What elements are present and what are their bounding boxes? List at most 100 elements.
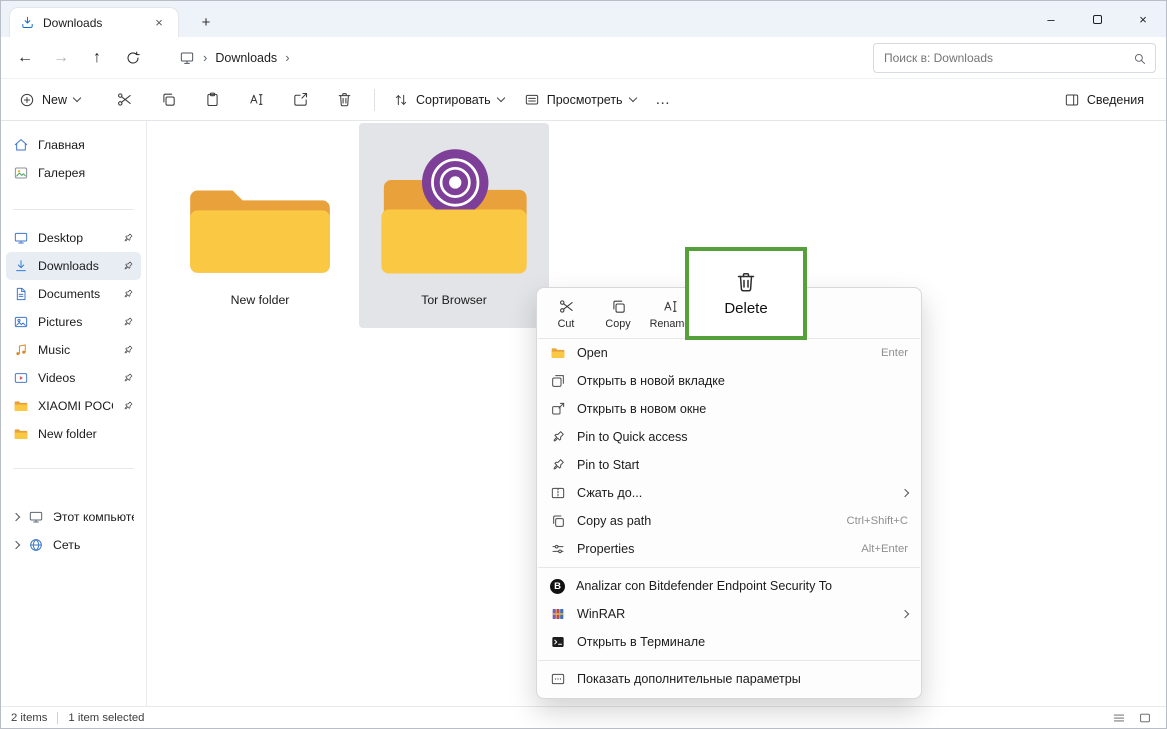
sidebar-item-label: Documents [38,287,100,301]
status-divider [57,712,58,724]
quick-action-label: Cut [558,318,575,330]
paste-button[interactable] [190,84,234,116]
delete-button[interactable] [322,84,366,116]
menu-item-open-new-window[interactable]: Открыть в новом окне [537,395,921,423]
menu-separator [538,660,920,661]
menu-item-compress[interactable]: Сжать до... [537,479,921,507]
quick-action-label: Copy [605,318,630,330]
menu-item-copy-as-path[interactable]: Copy as path Ctrl+Shift+C [537,507,921,535]
close-button[interactable]: × [1120,1,1166,37]
computer-icon [179,50,195,66]
command-toolbar: New Сортировать Просмотреть … Сведения [1,79,1166,121]
chevron-down-icon [496,94,504,102]
menu-shortcut: Enter [881,347,908,359]
chevron-right-icon[interactable] [12,541,20,549]
menu-item-open-in-terminal[interactable]: Открыть в Терминале [537,628,921,656]
file-tile-new-folder[interactable]: New folder [165,123,355,328]
details-pane-button[interactable]: Сведения [1054,84,1154,116]
cut-button[interactable] [102,84,146,116]
rename-button[interactable] [234,84,278,116]
cut-icon [558,298,575,315]
refresh-icon [125,50,141,66]
toolbar-divider [374,89,375,111]
sidebar-item-home[interactable]: Главная [6,131,141,159]
folder-icon [13,426,29,442]
menu-item-label: Open [577,346,608,360]
sidebar-item-desktop[interactable]: Desktop [6,224,141,252]
sidebar-item-label: Desktop [38,231,83,245]
sort-button-label: Сортировать [416,93,491,107]
menu-item-pin-to-start[interactable]: Pin to Start [537,451,921,479]
forward-button[interactable]: → [43,41,79,75]
minimize-button[interactable]: – [1028,1,1074,37]
back-button[interactable]: ← [7,41,43,75]
new-button[interactable]: New [9,84,90,116]
view-button[interactable]: Просмотреть [514,84,646,116]
thumbnail-view-icon[interactable] [1138,711,1152,725]
details-pane-icon [1064,92,1080,108]
sidebar-item-music[interactable]: Music [6,336,141,364]
sidebar-item-new-folder[interactable]: New folder [6,420,141,448]
refresh-button[interactable] [115,41,151,75]
sidebar-item-label: Videos [38,371,75,385]
up-button[interactable]: ↑ [79,41,115,75]
view-toggles [1112,711,1152,725]
menu-item-open-new-tab[interactable]: Открыть в новой вкладке [537,367,921,395]
folder-icon [185,129,335,279]
delete-highlight-box[interactable]: Delete [685,247,807,340]
breadcrumb-chevron: › [285,50,289,65]
titlebar: Downloads × + – × [1,1,1166,37]
sidebar-item-videos[interactable]: Videos [6,364,141,392]
share-button[interactable] [278,84,322,116]
details-button-label: Сведения [1087,93,1144,107]
search-box[interactable] [873,43,1156,73]
tab-close-icon[interactable]: × [150,14,168,32]
sidebar-item-xiaomi-poco[interactable]: XIAOMI POCO F [6,392,141,420]
chevron-right-icon[interactable] [12,513,20,521]
sidebar-item-network[interactable]: Сеть [6,531,141,559]
context-quick-cut[interactable]: Cut [543,295,589,333]
sidebar-item-downloads[interactable]: Downloads [6,252,141,280]
maximize-button[interactable] [1074,1,1120,37]
sidebar-item-gallery[interactable]: Галерея [6,159,141,187]
home-icon [13,137,29,153]
status-bar: 2 items 1 item selected [1,706,1166,728]
copy-button[interactable] [146,84,190,116]
sidebar-item-this-pc[interactable]: Этот компьютер [6,503,141,531]
videos-icon [13,370,29,386]
menu-item-show-more-options[interactable]: Показать дополнительные параметры [537,665,921,693]
menu-item-pin-quick-access[interactable]: Pin to Quick access [537,423,921,451]
new-button-label: New [42,93,67,107]
menu-shortcut: Ctrl+Shift+C [846,515,908,527]
sidebar-item-documents[interactable]: Documents [6,280,141,308]
sidebar-separator [13,468,134,469]
trash-icon [336,91,353,108]
menu-item-label: Copy as path [577,514,651,528]
new-tab-button[interactable]: + [193,10,219,34]
properties-icon [550,541,566,557]
file-tile-tor-browser[interactable]: Tor Browser [359,123,549,328]
sidebar-item-pictures[interactable]: Pictures [6,308,141,336]
search-input[interactable] [884,51,1125,65]
list-view-icon[interactable] [1112,711,1126,725]
items-count: 2 items [11,712,47,724]
chevron-down-icon [628,94,636,102]
menu-item-open[interactable]: Open Enter [537,339,921,367]
network-icon [28,537,44,553]
copy-icon [610,298,627,315]
menu-item-winrar[interactable]: WinRAR [537,600,921,628]
sort-button[interactable]: Сортировать [383,84,514,116]
tab-downloads[interactable]: Downloads × [9,7,179,37]
menu-shortcut: Alt+Enter [861,543,908,555]
folder-icon [13,398,29,414]
menu-item-properties[interactable]: Properties Alt+Enter [537,535,921,563]
context-quick-copy[interactable]: Copy [595,295,641,333]
more-options-button[interactable]: … [646,91,680,108]
plus-circle-icon [19,92,35,108]
menu-item-label: Показать дополнительные параметры [577,672,801,686]
breadcrumb[interactable]: › Downloads › [179,50,290,66]
pin-icon [550,457,566,473]
menu-item-bitdefender-scan[interactable]: B Analizar con Bitdefender Endpoint Secu… [537,572,921,600]
breadcrumb-item-downloads[interactable]: Downloads [215,51,277,65]
trash-icon [734,270,758,294]
